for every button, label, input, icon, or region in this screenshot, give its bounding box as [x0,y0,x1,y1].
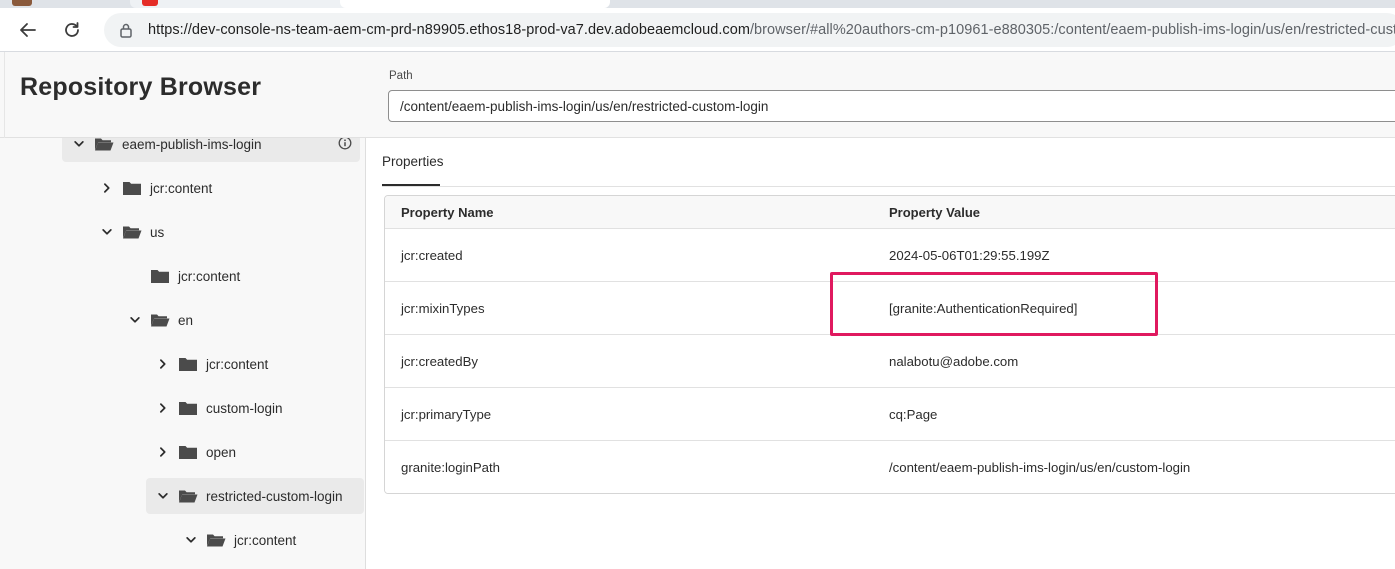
tree-item-label: restricted-custom-login [206,488,343,504]
properties-table: Property Name Property Value jcr:created… [384,195,1395,494]
folder-icon [178,356,198,372]
tree-item-label: en [178,312,194,328]
browser-tab-active[interactable] [340,0,610,8]
property-name: jcr:primaryType [401,406,492,422]
tree-item-label: eaem-publish-ims-login [122,138,262,152]
tree-item-label: us [150,224,165,240]
property-value: 2024-05-06T01:29:55.199Z [889,247,1050,263]
tab-properties[interactable]: Properties [382,154,444,187]
browser-toolbar: https://dev-console-ns-team-aem-cm-prd-n… [0,8,1395,52]
browser-tab-strip [0,0,1395,8]
folder-icon [150,268,170,284]
folder-open-icon [206,532,226,548]
property-name: jcr:created [401,247,463,263]
app-header: Repository Browser Path [0,52,1395,138]
tree-item[interactable]: jcr:content [174,522,365,558]
address-bar[interactable]: https://dev-console-ns-team-aem-cm-prd-n… [104,13,1395,47]
info-icon[interactable] [338,138,352,150]
tree-item[interactable]: en [118,302,358,338]
folder-icon [122,180,142,196]
reload-button[interactable] [58,16,86,44]
repository-tree: eaem-publish-ims-login jcr:content us jcr:c… [0,138,366,569]
table-row[interactable]: granite:loginPath/content/eaem-publish-i… [385,440,1395,493]
browser-tab[interactable] [130,0,366,8]
tree-item[interactable]: eaem-publish-ims-login [62,138,360,162]
chevron-down-icon[interactable] [156,489,170,503]
folder-open-icon [178,488,198,504]
tree-item-label: jcr:content [178,268,241,284]
tree-item[interactable]: jcr:content [118,258,358,294]
tree-item-label: open [206,444,237,460]
folder-open-icon [122,224,142,240]
url-text: https://dev-console-ns-team-aem-cm-prd-n… [148,22,1395,38]
tree-item[interactable]: open [146,434,365,470]
tab-divider [382,186,1395,187]
table-row[interactable]: jcr:primaryType cq:Page [385,387,1395,440]
property-name: jcr:createdBy [401,353,478,369]
back-button[interactable] [14,16,42,44]
folder-open-icon [94,138,114,152]
main-panel: Properties Property Name Property Value … [366,138,1395,569]
tree-item[interactable]: jcr:content [90,170,330,206]
tree-item-label: jcr:content [150,180,213,196]
url-host: https://dev-console-ns-team-aem-cm-prd-n… [148,22,750,38]
chevron-down-icon[interactable] [100,225,114,239]
folder-open-icon [150,312,170,328]
tree-item-label: jcr:content [234,532,297,548]
chevron-right-icon[interactable] [156,357,170,371]
tree-item[interactable]: custom-login [146,390,365,426]
folder-icon [178,400,198,416]
property-value: nalabotu@adobe.com [889,353,1019,369]
column-header-property-name[interactable]: Property Name [385,205,889,220]
tree-item-label: jcr:content [206,356,269,372]
property-name: jcr:mixinTypes [401,300,485,316]
chevron-down-icon[interactable] [128,313,142,327]
profile-avatar[interactable] [12,0,32,6]
site-info-icon[interactable] [118,22,134,38]
property-value: /content/eaem-publish-ims-login/us/en/cu… [889,459,1191,475]
chevron-right-icon[interactable] [156,445,170,459]
tree-item[interactable]: us [90,214,330,250]
chevron-down-icon[interactable] [184,533,198,547]
chevron-down-icon[interactable] [72,138,86,151]
table-row[interactable]: jcr:mixinTypes [granite:AuthenticationReq… [385,281,1395,334]
youtube-icon [142,0,158,6]
table-row[interactable]: jcr:createdBy nalabotu@adobe.com [385,334,1395,387]
chevron-right-icon[interactable] [156,401,170,415]
tree-item-label: custom-login [206,400,283,416]
property-value: cq:Page [889,406,938,422]
property-value: [granite:AuthenticationRequired] [889,300,1078,316]
property-name: granite:loginPath [401,459,500,475]
table-header-row: Property Name Property Value [385,196,1395,228]
table-body: jcr:created 2024-05-06T01:29:55.199Z jcr:m… [385,228,1395,493]
tree-item[interactable]: restricted-custom-login [146,478,364,514]
tree-item[interactable]: jcr:content [146,346,365,382]
table-row[interactable]: jcr:created 2024-05-06T01:29:55.199Z [385,228,1395,281]
column-header-property-value[interactable]: Property Value [889,205,980,220]
path-input[interactable] [388,90,1395,122]
url-path: /browser/#all%20authors-cm-p10961-e88030… [749,22,1395,38]
path-label: Path [389,70,413,82]
reload-icon [65,22,79,37]
folder-icon [178,444,198,460]
page-title: Repository Browser [20,73,262,101]
chevron-right-icon[interactable] [100,181,114,195]
back-arrow-icon [20,23,36,37]
header-divider [4,52,5,138]
